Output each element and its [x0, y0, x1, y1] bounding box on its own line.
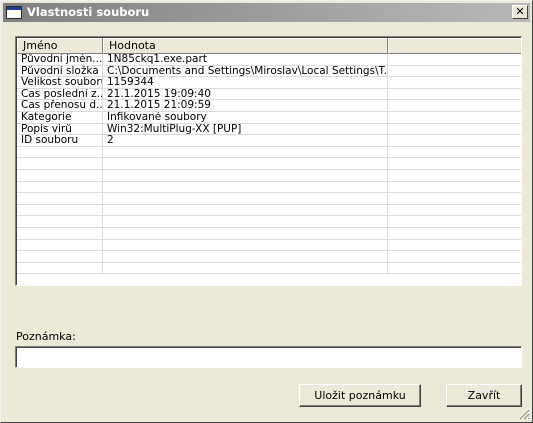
table-row[interactable]: Původní jmén... 1N85ckq1.exe.part	[17, 54, 521, 66]
empty-cell	[17, 239, 103, 251]
cell-extra	[388, 54, 521, 65]
empty-row	[17, 158, 521, 170]
close-button[interactable]: Zavřít	[446, 384, 522, 407]
empty-cell	[103, 216, 388, 227]
table-row[interactable]: ID souboru 2	[17, 135, 521, 147]
empty-row	[17, 262, 521, 275]
empty-row	[17, 239, 521, 252]
empty-cell	[17, 262, 103, 274]
cell-value: 21.1.2015 21:09:59	[103, 100, 388, 111]
cell-extra	[388, 66, 521, 77]
empty-cell	[17, 158, 103, 169]
cell-value: 21.1.2015 19:09:40	[103, 88, 388, 100]
cell-name: Původní složka	[17, 65, 103, 77]
empty-cell	[17, 169, 103, 181]
cell-name: Čas poslední z...	[17, 88, 103, 100]
window-title: Vlastnosti souboru	[27, 5, 150, 19]
empty-row	[17, 251, 521, 263]
empty-row	[17, 181, 521, 194]
empty-cell	[17, 193, 103, 204]
empty-row	[17, 146, 521, 159]
empty-cell	[388, 170, 521, 181]
table-row[interactable]: Čas poslední z... 21.1.2015 19:09:40	[17, 88, 521, 101]
properties-list-frame: Jméno Hodnota Původní jmén... 1N85ckq1.ex…	[16, 37, 521, 285]
empty-cell	[17, 216, 103, 227]
empty-row	[17, 216, 521, 228]
cell-name: ID souboru	[17, 135, 103, 146]
empty-cell	[103, 239, 388, 251]
empty-cell	[103, 227, 388, 239]
empty-cell	[388, 193, 521, 204]
empty-cell	[103, 146, 388, 158]
empty-row	[17, 227, 521, 240]
cell-value: C:\Documents and Settings\Miroslav\Local…	[103, 65, 388, 77]
column-header-value[interactable]: Hodnota	[103, 38, 388, 54]
empty-row	[17, 169, 521, 182]
title-bar: Vlastnosti souboru ✕	[3, 3, 530, 22]
cell-value: 2	[103, 135, 388, 146]
list-header: Jméno Hodnota	[17, 38, 521, 54]
properties-dialog: Vlastnosti souboru ✕ Jméno Hodnota Původ…	[0, 0, 533, 423]
cell-extra	[388, 112, 521, 123]
empty-cell	[17, 181, 103, 193]
empty-cell	[103, 262, 388, 274]
save-note-button[interactable]: Uložit poznámku	[299, 384, 421, 407]
table-row[interactable]: Čas přenosu d... 21.1.2015 21:09:59	[17, 100, 521, 112]
table-row[interactable]: Původní složka C:\Documents and Settings\…	[17, 65, 521, 78]
column-header-name[interactable]: Jméno	[17, 38, 103, 54]
empty-cell	[388, 158, 521, 169]
cell-extra	[388, 89, 521, 100]
empty-cell	[17, 146, 103, 158]
empty-cell	[388, 182, 521, 193]
empty-cell	[388, 147, 521, 158]
empty-cell	[388, 263, 521, 274]
empty-cell	[103, 204, 388, 216]
cell-name: Původní jmén...	[17, 54, 103, 65]
note-input[interactable]	[15, 346, 522, 368]
window-icon	[6, 6, 22, 19]
empty-cell	[103, 193, 388, 204]
cell-name: Velikost souboru	[17, 77, 103, 88]
empty-cell	[17, 251, 103, 262]
cell-name: Popis virů	[17, 123, 103, 135]
table-row[interactable]: Popis virů Win32:MultiPlug-XX [PUP]	[17, 123, 521, 136]
cell-extra	[388, 135, 521, 146]
resize-grip-icon[interactable]	[518, 408, 530, 420]
empty-cell	[388, 216, 521, 227]
empty-cell	[103, 251, 388, 262]
column-header-extra[interactable]	[388, 38, 521, 54]
note-label: Poznámka:	[16, 330, 76, 343]
empty-cell	[103, 169, 388, 181]
cell-extra	[388, 100, 521, 111]
properties-list[interactable]: Jméno Hodnota Původní jmén... 1N85ckq1.ex…	[15, 36, 522, 286]
empty-cell	[388, 228, 521, 239]
empty-row	[17, 193, 521, 205]
cell-name: Čas přenosu d...	[17, 100, 103, 111]
empty-row	[17, 204, 521, 217]
empty-cell	[388, 205, 521, 216]
cell-value: 1N85ckq1.exe.part	[103, 54, 388, 65]
empty-cell	[103, 181, 388, 193]
cell-value: Infikované soubory	[103, 111, 388, 123]
cell-extra	[388, 124, 521, 135]
list-body: Původní jmén... 1N85ckq1.exe.part Původní …	[17, 54, 521, 275]
cell-value: Win32:MultiPlug-XX [PUP]	[103, 123, 388, 135]
cell-extra	[388, 77, 521, 88]
empty-cell	[103, 158, 388, 169]
close-icon[interactable]: ✕	[512, 5, 528, 19]
table-row[interactable]: Velikost souboru 1159344	[17, 77, 521, 89]
table-row[interactable]: Kategorie Infikované soubory	[17, 111, 521, 124]
empty-cell	[388, 240, 521, 251]
empty-cell	[17, 204, 103, 216]
cell-name: Kategorie	[17, 111, 103, 123]
empty-cell	[388, 251, 521, 262]
cell-value: 1159344	[103, 77, 388, 88]
empty-cell	[17, 227, 103, 239]
